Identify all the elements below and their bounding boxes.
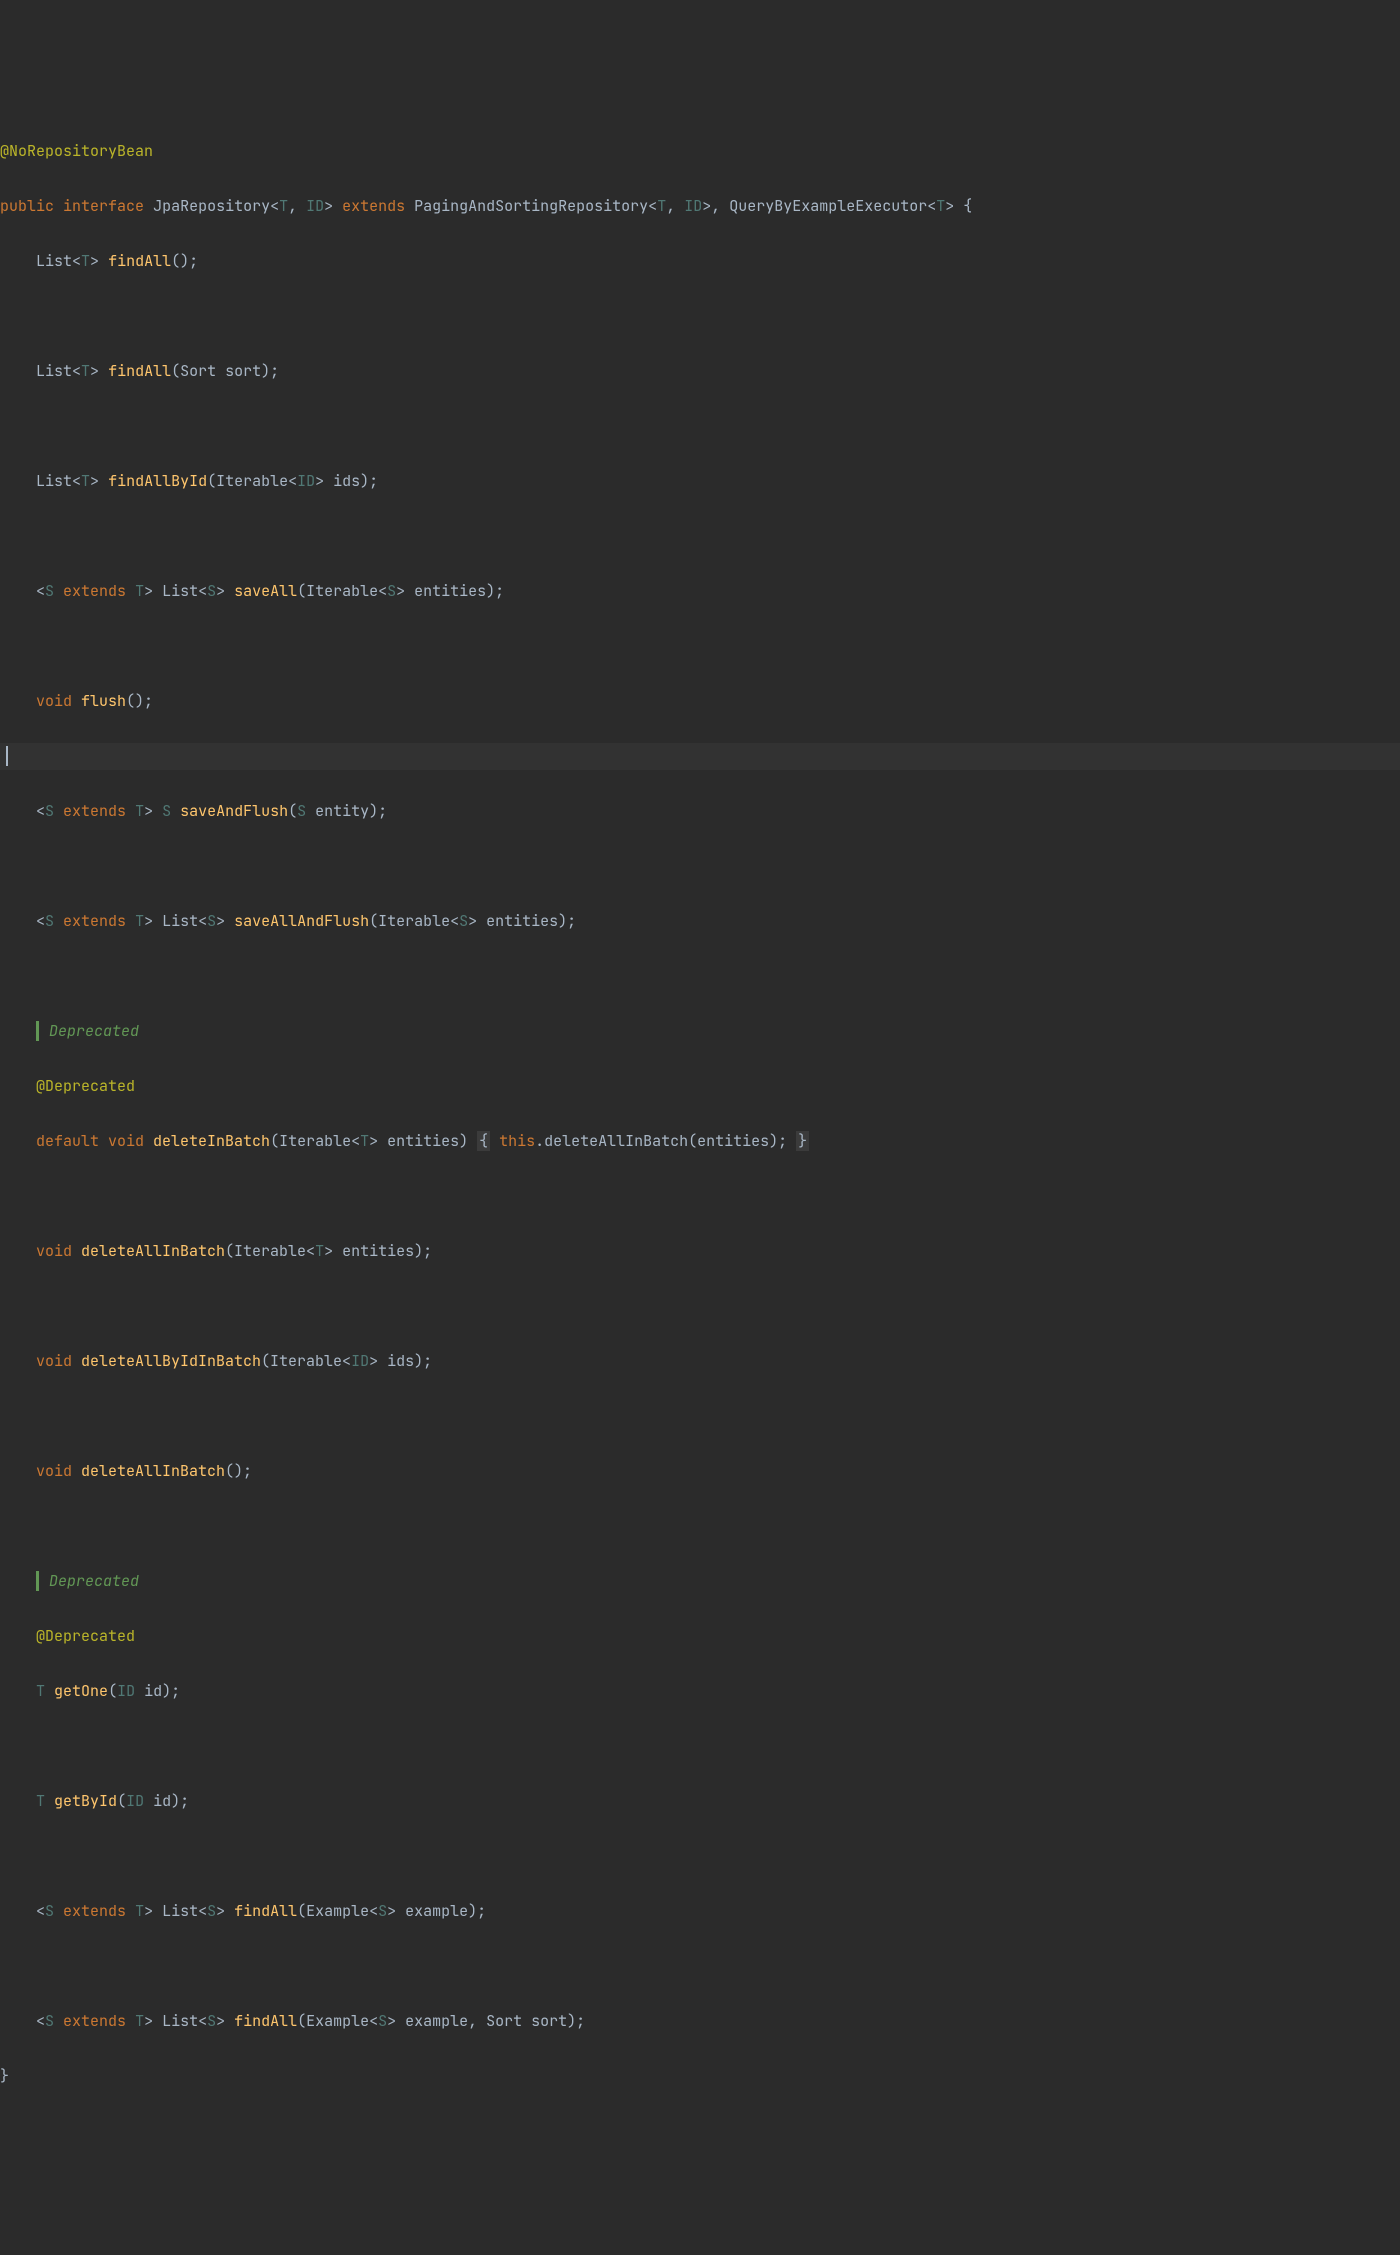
generic-ID: ID (306, 196, 324, 216)
method-deleteAllByIdInBatch: deleteAllByIdInBatch (81, 1351, 261, 1371)
method-getOne: getOne (54, 1681, 108, 1701)
method-findAll-example-sort: findAll (234, 2011, 297, 2031)
blank-line[interactable] (0, 303, 1400, 331)
method-saveAllAndFlush: saveAllAndFlush (234, 911, 369, 931)
doc-gutter-icon (36, 1571, 39, 1591)
method-findAll-sort: findAll (108, 361, 171, 381)
doc-deprecated: Deprecated (49, 1571, 139, 1591)
code-line[interactable]: T getOne(ID id); (0, 1678, 1400, 1706)
blank-line[interactable] (0, 1403, 1400, 1431)
blank-line[interactable] (0, 1953, 1400, 1981)
code-line[interactable]: @Deprecated (0, 1073, 1400, 1101)
method-findAll: findAll (108, 251, 171, 271)
method-deleteInBatch: deleteInBatch (153, 1131, 270, 1151)
fold-open-icon[interactable]: { (477, 1131, 490, 1151)
blank-line[interactable] (0, 1293, 1400, 1321)
code-line[interactable]: <S extends T> S saveAndFlush(S entity); (0, 798, 1400, 826)
blank-line[interactable] (0, 633, 1400, 661)
method-findAllById: findAllById (108, 471, 207, 491)
blank-line[interactable] (0, 1183, 1400, 1211)
keyword-public: public (0, 196, 54, 216)
code-line[interactable]: <S extends T> List<S> saveAll(Iterable<S… (0, 578, 1400, 606)
annotation-deprecated: @Deprecated (36, 1076, 135, 1096)
code-editor[interactable]: @NoRepositoryBean public interface JpaRe… (0, 110, 1400, 2118)
code-line[interactable]: @Deprecated (0, 1623, 1400, 1651)
method-saveAndFlush: saveAndFlush (180, 801, 288, 821)
code-line[interactable]: T getById(ID id); (0, 1788, 1400, 1816)
method-getById: getById (54, 1791, 117, 1811)
cursor-line[interactable] (0, 743, 1400, 771)
method-flush: flush (72, 691, 126, 711)
code-line[interactable]: @NoRepositoryBean (0, 138, 1400, 166)
code-line[interactable]: } (0, 2063, 1400, 2091)
blank-line[interactable] (0, 1513, 1400, 1541)
code-line[interactable]: void deleteAllInBatch(); (0, 1458, 1400, 1486)
code-line[interactable]: <S extends T> List<S> findAll(Example<S>… (0, 2008, 1400, 2036)
code-line[interactable]: List<T> findAllById(Iterable<ID> ids); (0, 468, 1400, 496)
blank-line[interactable] (0, 1733, 1400, 1761)
blank-line[interactable] (0, 963, 1400, 991)
generic-T: T (279, 196, 288, 216)
method-deleteAllInBatch: deleteAllInBatch (81, 1241, 225, 1261)
doc-gutter-icon (36, 1021, 39, 1041)
keyword-extends: extends (342, 196, 405, 216)
type-name: JpaRepository (153, 196, 270, 216)
doc-deprecated: Deprecated (49, 1021, 139, 1041)
caret-icon (6, 746, 8, 766)
blank-line[interactable] (0, 413, 1400, 441)
code-line[interactable]: void deleteAllInBatch(Iterable<T> entiti… (0, 1238, 1400, 1266)
blank-line[interactable] (0, 853, 1400, 881)
method-saveAll: saveAll (234, 581, 297, 601)
code-line[interactable]: <S extends T> List<S> findAll(Example<S>… (0, 1898, 1400, 1926)
fold-close-icon[interactable]: } (796, 1131, 809, 1151)
method-deleteAllInBatch-noargs: deleteAllInBatch (81, 1461, 225, 1481)
close-brace: } (0, 2066, 9, 2086)
code-line[interactable]: List<T> findAll(); (0, 248, 1400, 276)
annotation: @NoRepositoryBean (0, 141, 153, 161)
keyword-interface: interface (63, 196, 144, 216)
blank-line[interactable] (0, 523, 1400, 551)
blank-line[interactable] (0, 1843, 1400, 1871)
doc-line[interactable]: Deprecated (0, 1568, 1400, 1596)
code-line[interactable]: void deleteAllByIdInBatch(Iterable<ID> i… (0, 1348, 1400, 1376)
doc-line[interactable]: Deprecated (0, 1018, 1400, 1046)
code-line[interactable]: <S extends T> List<S> saveAllAndFlush(It… (0, 908, 1400, 936)
method-findAll-example: findAll (234, 1901, 297, 1921)
code-line[interactable]: List<T> findAll(Sort sort); (0, 358, 1400, 386)
code-line[interactable]: default void deleteInBatch(Iterable<T> e… (0, 1128, 1400, 1156)
code-line[interactable]: public interface JpaRepository<T, ID> ex… (0, 193, 1400, 221)
code-line[interactable]: void flush(); (0, 688, 1400, 716)
annotation-deprecated: @Deprecated (36, 1626, 135, 1646)
